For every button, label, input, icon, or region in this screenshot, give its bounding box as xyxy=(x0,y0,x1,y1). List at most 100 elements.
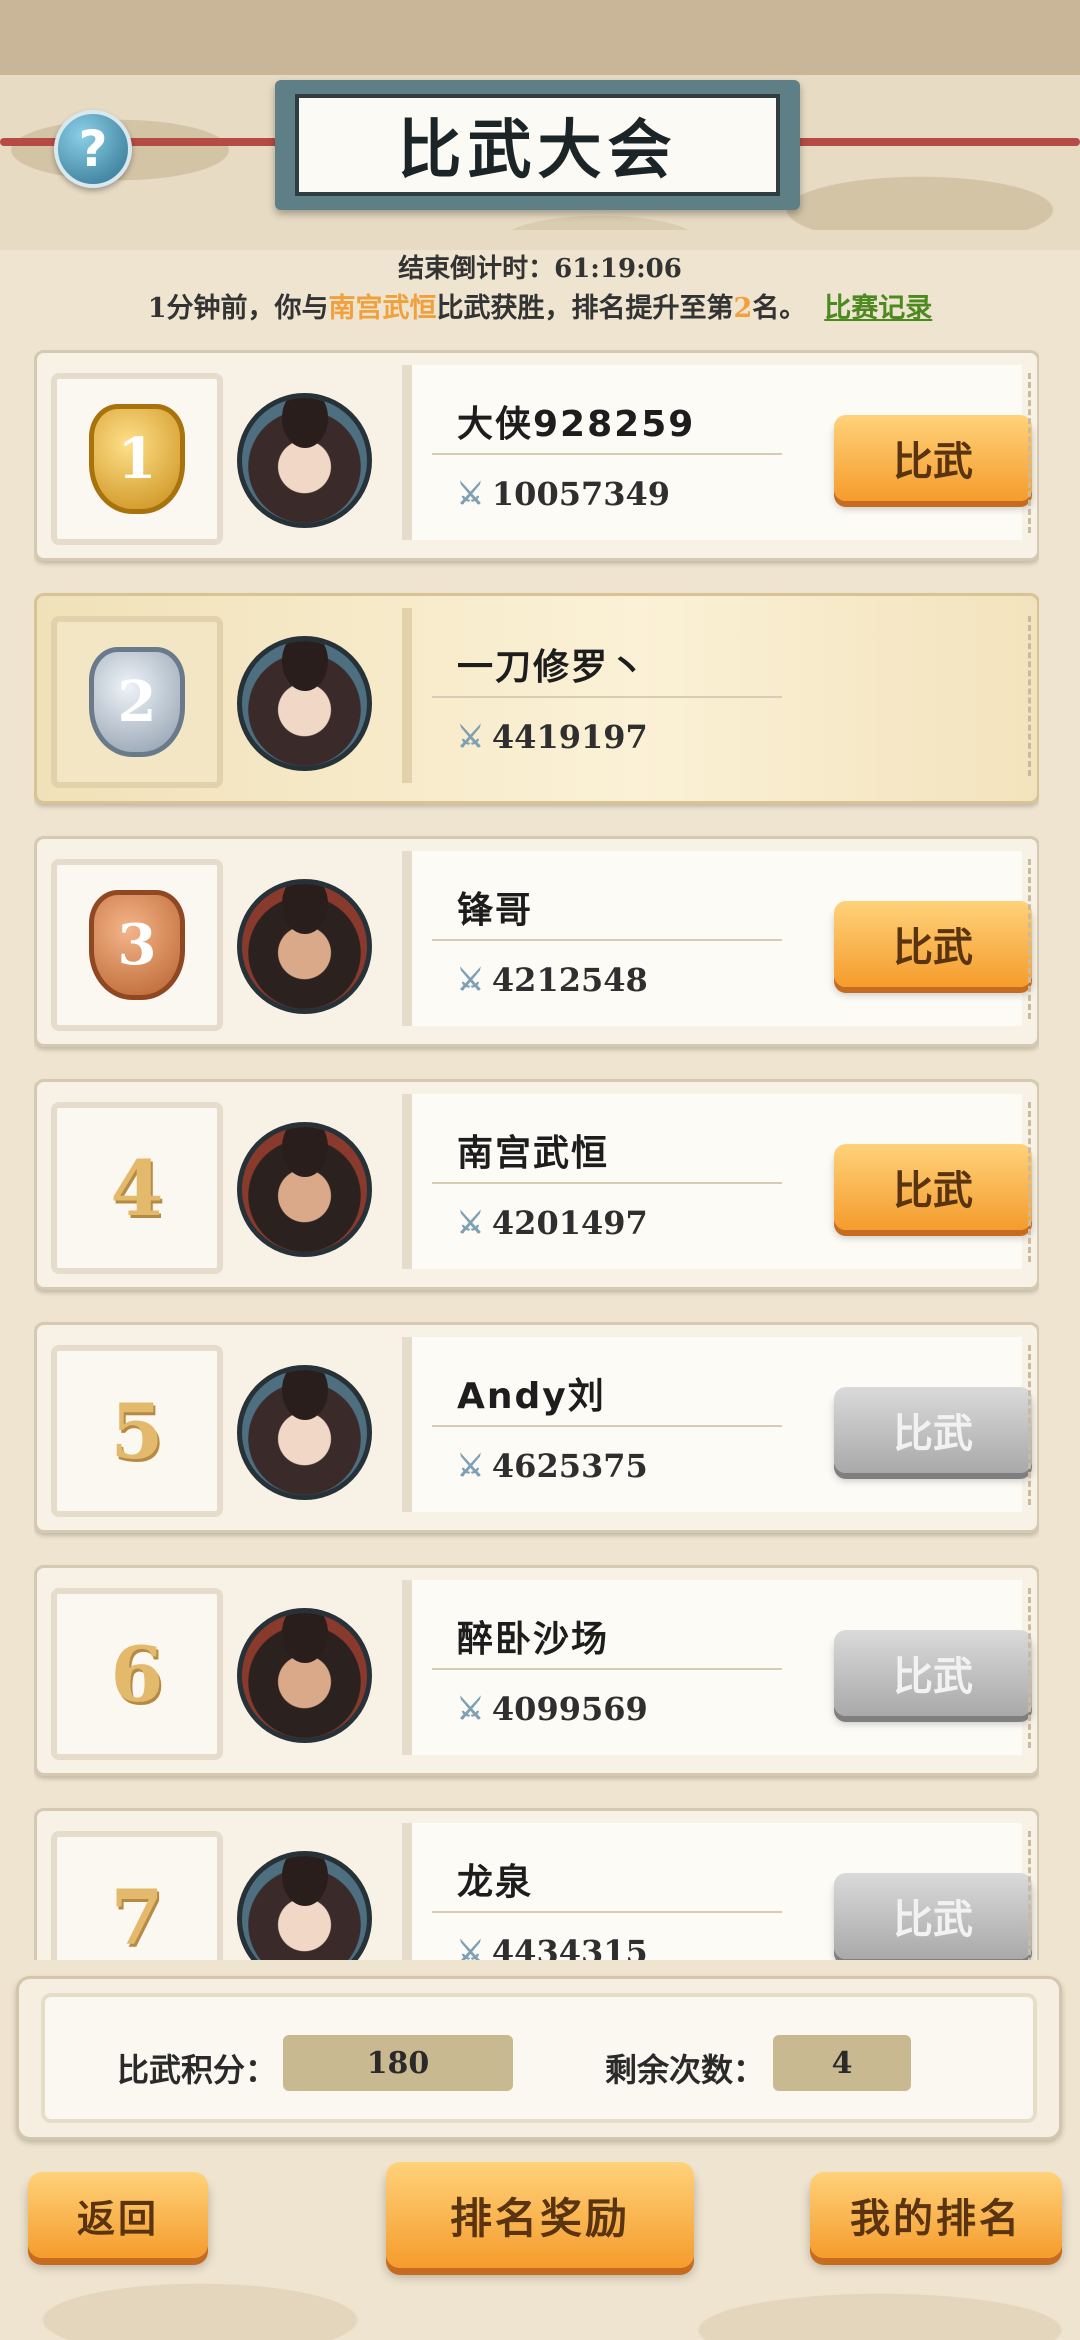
crossed-swords-icon: ⚔ xyxy=(457,1448,484,1484)
rank-number: 5 xyxy=(110,1386,164,1476)
bronze-medal-icon: 3 xyxy=(89,890,185,1000)
ranking-row: 5 Andy刘 ⚔ 4625375 比武 xyxy=(34,1322,1039,1533)
player-name: 大侠928259 xyxy=(457,404,696,445)
player-name: 锋哥 xyxy=(457,890,534,931)
challenge-button[interactable]: 比武 xyxy=(834,1144,1032,1230)
combat-power: ⚔ 4099569 xyxy=(457,1690,648,1728)
my-rank-button[interactable]: 我的排名 xyxy=(810,2172,1062,2258)
crossed-swords-icon: ⚔ xyxy=(457,1691,484,1727)
crossed-swords-icon: ⚔ xyxy=(457,719,484,755)
ranking-row: 7 龙泉 ⚔ 4434315 比武 xyxy=(34,1808,1039,1960)
power-value: 10057349 xyxy=(491,475,671,513)
stats-panel: 比武积分： 180 剩余次数： 4 xyxy=(16,1976,1062,2140)
combat-power: ⚔ 4201497 xyxy=(457,1204,648,1242)
divider xyxy=(432,939,782,941)
challenge-button-disabled[interactable]: 比武 xyxy=(834,1630,1032,1716)
power-value: 4099569 xyxy=(491,1690,648,1728)
news-opponent: 南宫武恒 xyxy=(328,293,437,324)
power-value: 4625375 xyxy=(491,1447,648,1485)
countdown-value: 61:19:06 xyxy=(554,254,682,284)
rank-number: 6 xyxy=(110,1629,164,1719)
rank-badge: 7 xyxy=(51,1831,223,1960)
rank-number: 3 xyxy=(117,912,157,978)
page-title: 比武大会 xyxy=(295,94,780,196)
crossed-swords-icon: ⚔ xyxy=(457,1205,484,1241)
ranking-row: 3 锋哥 ⚔ 4212548 比武 xyxy=(34,836,1039,1047)
challenge-button[interactable]: 比武 xyxy=(834,901,1032,987)
card-notch xyxy=(1028,1831,1039,1960)
help-icon: ? xyxy=(78,120,108,178)
player-info: 醉卧沙场 ⚔ 4099569 比武 xyxy=(402,1580,1032,1755)
avatar[interactable] xyxy=(237,636,372,771)
match-record-link[interactable]: 比赛记录 xyxy=(824,293,932,324)
power-value: 4212548 xyxy=(491,961,648,999)
player-name: 一刀修罗丶 xyxy=(457,647,648,688)
combat-power: ⚔ 4212548 xyxy=(457,961,648,999)
combat-power: ⚔ 4625375 xyxy=(457,1447,648,1485)
ranking-row: 4 南宫武恒 ⚔ 4201497 比武 xyxy=(34,1079,1039,1290)
player-info: 一刀修罗丶 ⚔ 4419197 xyxy=(402,608,1022,783)
silver-medal-icon: 2 xyxy=(89,647,185,757)
countdown-label: 结束倒计时： xyxy=(398,254,555,284)
countdown: 结束倒计时：61:19:06 xyxy=(0,248,1080,285)
divider xyxy=(432,696,782,698)
player-info: 南宫武恒 ⚔ 4201497 比武 xyxy=(402,1094,1032,1269)
card-notch xyxy=(1028,373,1039,533)
remaining-label: 剩余次数： xyxy=(605,2051,766,2089)
avatar[interactable] xyxy=(237,1365,372,1500)
card-notch xyxy=(1028,1345,1039,1505)
player-info: 锋哥 ⚔ 4212548 比武 xyxy=(402,851,1032,1026)
news-suffix: 名。 xyxy=(752,293,807,324)
points-value: 180 xyxy=(283,2035,513,2091)
title-plate: 比武大会 xyxy=(275,80,800,210)
rank-number: 2 xyxy=(117,669,157,735)
challenge-button[interactable]: 比武 xyxy=(834,415,1032,501)
challenge-button-disabled[interactable]: 比武 xyxy=(834,1387,1032,1473)
player-name: Andy刘 xyxy=(457,1376,606,1417)
player-info: 龙泉 ⚔ 4434315 比武 xyxy=(402,1823,1032,1960)
gold-medal-icon: 1 xyxy=(89,404,185,514)
ranking-row-self: 2 一刀修罗丶 ⚔ 4419197 xyxy=(34,593,1039,804)
news-rank: 2 xyxy=(733,293,753,324)
avatar[interactable] xyxy=(237,1122,372,1257)
battle-news: 1分钟前，你与南宫武恒比武获胜，排名提升至第2名。 比赛记录 xyxy=(0,286,1080,325)
player-info: 大侠928259 ⚔ 10057349 比武 xyxy=(402,365,1032,540)
ranking-row: 6 醉卧沙场 ⚔ 4099569 比武 xyxy=(34,1565,1039,1776)
combat-power: ⚔ 4434315 xyxy=(457,1933,648,1960)
power-value: 4201497 xyxy=(491,1204,648,1242)
news-middle: 比武获胜，排名提升至第 xyxy=(436,293,734,324)
rank-badge: 4 xyxy=(51,1102,223,1274)
rank-number: 4 xyxy=(110,1143,164,1233)
avatar[interactable] xyxy=(237,393,372,528)
rank-badge: 6 xyxy=(51,1588,223,1760)
card-notch xyxy=(1028,1588,1039,1748)
rank-badge: 3 xyxy=(51,859,223,1031)
player-name: 醉卧沙场 xyxy=(457,1619,610,1660)
divider xyxy=(432,453,782,455)
divider xyxy=(432,1182,782,1184)
avatar[interactable] xyxy=(237,1851,372,1960)
rank-number: 1 xyxy=(117,426,157,492)
divider xyxy=(432,1425,782,1427)
combat-power: ⚔ 4419197 xyxy=(457,718,648,756)
crossed-swords-icon: ⚔ xyxy=(457,476,484,512)
points-label: 比武积分： xyxy=(117,2051,278,2089)
challenge-button-disabled[interactable]: 比武 xyxy=(834,1873,1032,1959)
avatar[interactable] xyxy=(237,879,372,1014)
combat-power: ⚔ 10057349 xyxy=(457,475,670,513)
rank-badge: 5 xyxy=(51,1345,223,1517)
card-notch xyxy=(1028,616,1039,776)
stats-inner: 比武积分： 180 剩余次数： 4 xyxy=(41,1993,1037,2123)
rank-badge: 1 xyxy=(51,373,223,545)
avatar[interactable] xyxy=(237,1608,372,1743)
player-name: 龙泉 xyxy=(457,1862,534,1903)
ranking-row: 1 大侠928259 ⚔ 10057349 比武 xyxy=(34,350,1039,561)
crossed-swords-icon: ⚔ xyxy=(457,1934,484,1961)
rank-rewards-button[interactable]: 排名奖励 xyxy=(386,2162,694,2268)
rope-left-decoration xyxy=(0,138,290,146)
rank-number: 7 xyxy=(110,1872,164,1961)
remaining-value: 4 xyxy=(773,2035,911,2091)
help-button[interactable]: ? xyxy=(54,110,132,188)
back-button[interactable]: 返回 xyxy=(28,2172,208,2258)
ranking-list[interactable]: 1 大侠928259 ⚔ 10057349 比武 2 一刀修罗丶 ⚔ 4419197… xyxy=(34,350,1039,1960)
